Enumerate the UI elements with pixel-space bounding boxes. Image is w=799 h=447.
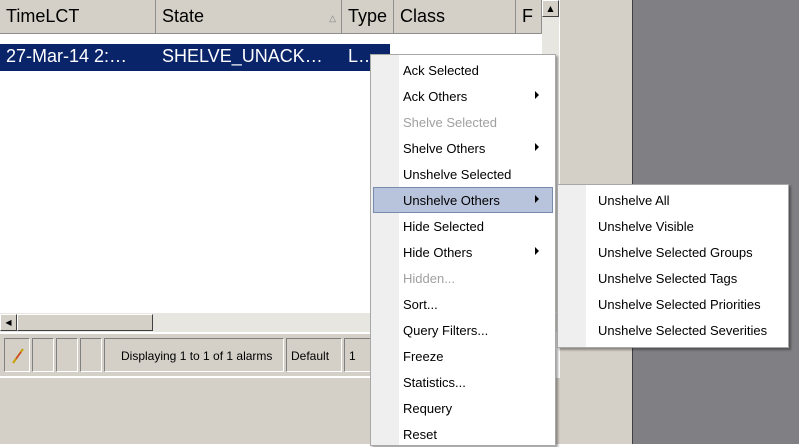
menu-item-unshelve-others[interactable]: Unshelve Others (373, 187, 553, 213)
column-header-state[interactable]: State △ (156, 0, 342, 34)
menu-item-ack-others[interactable]: Ack Others (373, 83, 553, 109)
submenu-arrow-icon (535, 91, 539, 99)
menu-item-hidden: Hidden... (373, 265, 553, 291)
column-header-label: State (162, 6, 205, 26)
menu-item-requery[interactable]: Requery (373, 395, 553, 421)
column-header-label: Class (400, 6, 446, 26)
menu-item-label: Sort... (403, 297, 438, 312)
status-panel-empty (32, 338, 54, 372)
menu-item-label: Hide Selected (403, 219, 484, 234)
menu-item-label: Requery (403, 401, 453, 416)
menu-item-label: Shelve Others (403, 141, 486, 156)
submenu-item-unshelve-selected-tags[interactable]: Unshelve Selected Tags (560, 265, 786, 291)
column-header-label: F (522, 6, 533, 26)
menu-item-label: Query Filters... (403, 323, 489, 338)
submenu-item-unshelve-selected-groups[interactable]: Unshelve Selected Groups (560, 239, 786, 265)
menu-item-hide-selected[interactable]: Hide Selected (373, 213, 553, 239)
menu-item-label: Unshelve Selected Groups (598, 245, 753, 260)
column-header-label: TimeLCT (6, 6, 80, 26)
status-message: Displaying 1 to 1 of 1 alarms (104, 338, 284, 372)
column-header-timelct[interactable]: TimeLCT (0, 0, 156, 34)
alarm-flag-icon (12, 348, 24, 364)
column-header-f[interactable]: F (516, 0, 542, 34)
menu-item-reset[interactable]: Reset (373, 421, 553, 447)
menu-item-freeze[interactable]: Freeze (373, 343, 553, 369)
menu-item-label: Ack Selected (403, 63, 479, 78)
menu-item-label: Unshelve Selected Severities (598, 323, 768, 338)
menu-item-hide-others[interactable]: Hide Others (373, 239, 553, 265)
scroll-thumb[interactable] (17, 314, 153, 331)
status-icon-panel (4, 338, 30, 372)
submenu-item-unshelve-selected-priorities[interactable]: Unshelve Selected Priorities (560, 291, 786, 317)
arrow-up-icon: ▲ (547, 4, 554, 13)
menu-item-label: Ack Others (403, 89, 468, 104)
menu-item-label: Unshelve Selected (403, 167, 512, 182)
menu-item-label: Hidden... (403, 271, 456, 286)
sort-ascending-icon: △ (329, 13, 336, 23)
submenu-item-unshelve-selected-severities[interactable]: Unshelve Selected Severities (560, 317, 786, 343)
menu-item-sort[interactable]: Sort... (373, 291, 553, 317)
column-header-label: Type (348, 6, 388, 26)
menu-item-ack-selected[interactable]: Ack Selected (373, 57, 553, 83)
cell-state: SHELVE_UNACK… (162, 46, 323, 66)
unshelve-others-submenu: Unshelve All Unshelve Visible Unshelve S… (557, 184, 789, 348)
menu-item-label: Unshelve Selected Tags (598, 271, 738, 286)
cell-time: 27-Mar-14 2:… (6, 46, 128, 66)
menu-item-statistics[interactable]: Statistics... (373, 369, 553, 395)
menu-item-shelve-selected: Shelve Selected (373, 109, 553, 135)
column-header-class[interactable]: Class (394, 0, 516, 34)
status-query-name: Default (286, 338, 342, 372)
menu-item-label: Unshelve Selected Priorities (598, 297, 761, 312)
menu-item-label: Statistics... (403, 375, 466, 390)
submenu-arrow-icon (535, 143, 539, 151)
status-panel-empty (80, 338, 102, 372)
menu-item-shelve-others[interactable]: Shelve Others (373, 135, 553, 161)
menu-item-label: Unshelve Others (403, 193, 500, 208)
scroll-left-button[interactable]: ◀ (0, 314, 17, 331)
context-menu: Ack Selected Ack Others Shelve Selected … (370, 54, 556, 446)
submenu-item-unshelve-visible[interactable]: Unshelve Visible (560, 213, 786, 239)
status-panel-empty (56, 338, 78, 372)
submenu-item-unshelve-all[interactable]: Unshelve All (560, 187, 786, 213)
status-bar: Displaying 1 to 1 of 1 alarms Default 1 (0, 334, 376, 376)
arrow-left-icon: ◀ (5, 318, 12, 327)
submenu-arrow-icon (535, 195, 539, 203)
submenu-arrow-icon (535, 247, 539, 255)
menu-item-label: Unshelve Visible (598, 219, 694, 234)
menu-item-query-filters[interactable]: Query Filters... (373, 317, 553, 343)
menu-item-label: Shelve Selected (403, 115, 497, 130)
menu-item-label: Freeze (403, 349, 444, 364)
menu-item-label: Hide Others (403, 245, 473, 260)
menu-item-label: Reset (403, 427, 437, 442)
scroll-up-button[interactable]: ▲ (542, 0, 559, 17)
menu-item-label: Unshelve All (598, 193, 670, 208)
menu-item-unshelve-selected[interactable]: Unshelve Selected (373, 161, 553, 187)
column-header-type[interactable]: Type (342, 0, 394, 34)
